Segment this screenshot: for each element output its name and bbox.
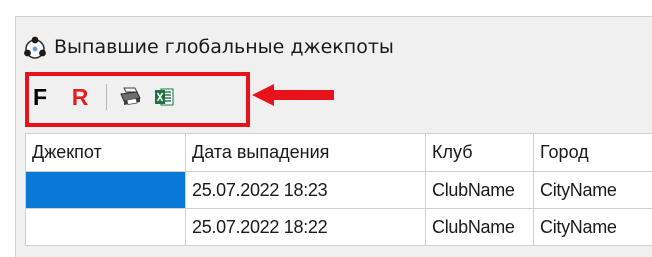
table-row[interactable]: 25.07.2022 18:22 ClubName CityName [26, 209, 652, 246]
column-header-club[interactable]: Клуб [426, 134, 534, 172]
window: Выпавшие глобальные джекпоты F R [0, 0, 652, 251]
red-arrow-icon [252, 84, 337, 106]
column-header-date[interactable]: Дата выпадения [186, 134, 426, 172]
jackpots-table: Джекпот Дата выпадения Клуб Город 25.07.… [25, 133, 652, 246]
city-cell[interactable]: CityName [534, 172, 652, 209]
title-bar: Выпавшие глобальные джекпоты [22, 30, 652, 64]
window-title: Выпавшие глобальные джекпоты [54, 36, 394, 58]
jackpot-cell[interactable] [26, 172, 186, 209]
date-cell[interactable]: 25.07.2022 18:22 [186, 209, 426, 246]
jackpot-cell[interactable] [26, 209, 186, 246]
date-cell[interactable]: 25.07.2022 18:23 [186, 172, 426, 209]
club-cell[interactable]: ClubName [426, 172, 534, 209]
city-cell[interactable]: CityName [534, 209, 652, 246]
club-cell[interactable]: ClubName [426, 209, 534, 246]
jackpot-app-icon [22, 34, 48, 60]
table-header-row: Джекпот Дата выпадения Клуб Город [26, 134, 652, 172]
column-header-city[interactable]: Город [534, 134, 652, 172]
highlight-box [25, 72, 250, 127]
table-row[interactable]: 25.07.2022 18:23 ClubName CityName [26, 172, 652, 209]
column-header-jackpot[interactable]: Джекпот [26, 134, 186, 172]
